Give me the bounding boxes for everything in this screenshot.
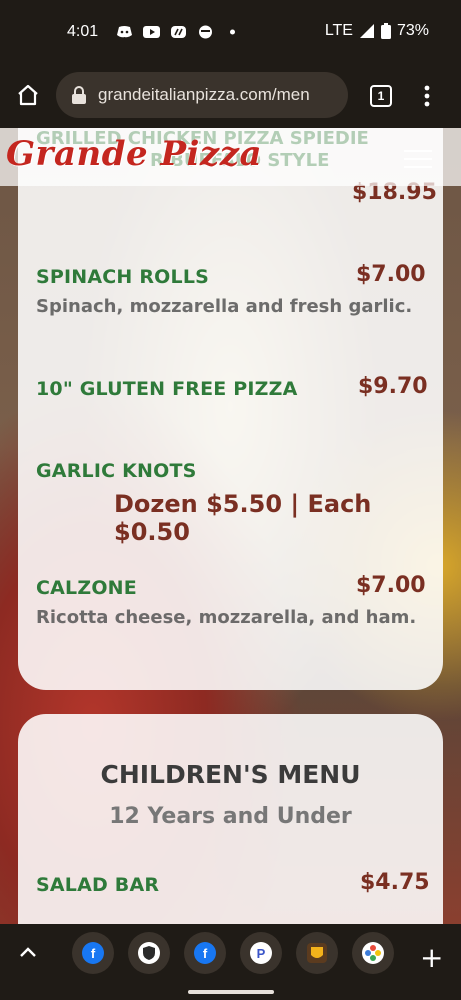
clock: 4:01 [67, 23, 99, 40]
more-options-icon[interactable] [420, 84, 434, 108]
section-subtitle: 12 Years and Under [109, 804, 352, 829]
dot-icon [230, 29, 236, 35]
item-description: Spinach, mozzarella and fresh garlic. [36, 296, 413, 317]
item-price: $7.00 [356, 262, 426, 287]
facebook-icon: f [194, 942, 216, 964]
tab-thumbnail[interactable]: P [240, 932, 282, 974]
chevron-up-icon[interactable] [18, 944, 38, 960]
section-title: CHILDREN'S MENU [100, 760, 361, 789]
web-page: $18.95 SPINACH ROLLS $7.00 Spinach, mozz… [0, 128, 461, 924]
ups-icon [307, 943, 327, 963]
item-name: SALAD BAR [36, 874, 160, 896]
signal-icon [359, 24, 374, 38]
face-icon [199, 25, 213, 39]
tab-thumbnail[interactable] [296, 932, 338, 974]
status-right: LTE 73% [325, 22, 429, 40]
home-icon[interactable] [16, 83, 40, 107]
app-icon [171, 26, 187, 38]
item-price: Dozen $5.50 | Each $0.50 [114, 490, 372, 546]
discord-icon [117, 26, 133, 38]
item-description: Ricotta cheese, mozzarella, and ham. [36, 607, 417, 628]
item-name: SPINACH ROLLS [36, 266, 210, 288]
item-name: CALZONE [36, 577, 137, 599]
item-price: $4.75 [360, 870, 430, 895]
item-price: $9.70 [358, 374, 428, 399]
notification-icons [116, 25, 241, 39]
tab-strip: f f P + [0, 924, 461, 1000]
item-price: $7.00 [356, 573, 426, 598]
shield-icon [138, 942, 160, 964]
tab-thumbnail[interactable] [352, 932, 394, 974]
battery-icon [380, 23, 391, 39]
menu-card: $18.95 SPINACH ROLLS $7.00 Spinach, mozz… [18, 128, 443, 690]
home-indicator [188, 990, 274, 994]
lock-icon [72, 86, 86, 104]
browser-toolbar: grandeitalianpizza.com/men 1 [0, 64, 461, 128]
url-text: grandeitalianpizza.com/men [98, 85, 310, 104]
tab-switcher-button[interactable]: 1 [370, 85, 392, 107]
youtube-icon [143, 26, 161, 38]
item-name: GARLIC KNOTS [36, 460, 197, 482]
site-header: GRILLED CHICKEN PIZZA SPIEDIE R BUFFALO … [0, 128, 461, 186]
flower-icon [362, 942, 384, 964]
p-icon: P [250, 942, 272, 964]
battery-percent: 73% [396, 22, 429, 39]
item-name: 10" GLUTEN FREE PIZZA [36, 378, 298, 400]
facebook-icon: f [82, 942, 104, 964]
tab-thumbnail[interactable]: f [184, 932, 226, 974]
address-bar[interactable]: grandeitalianpizza.com/men [56, 72, 348, 118]
tab-thumbnail[interactable] [128, 932, 170, 974]
status-bar: 4:01 LTE 73% [0, 0, 461, 64]
tab-thumbnail[interactable]: f [72, 932, 114, 974]
childrens-menu-card: CHILDREN'S MENU 12 Years and Under SALAD… [18, 714, 443, 924]
hamburger-menu-icon[interactable] [404, 150, 432, 170]
site-logo[interactable]: Grande Pizza [6, 134, 262, 174]
network-label: LTE [324, 22, 353, 39]
new-tab-plus-icon[interactable]: + [420, 941, 443, 974]
